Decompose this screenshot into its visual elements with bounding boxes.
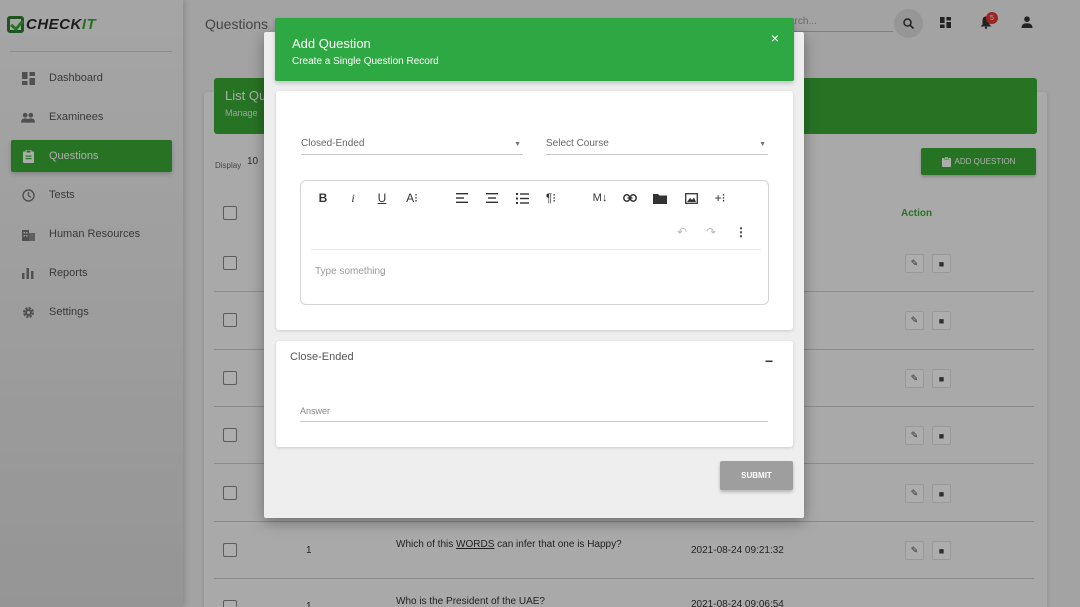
underline-icon[interactable]: U	[372, 188, 392, 208]
editor-toolbar-divider	[311, 249, 761, 250]
modal-subtitle: Create a Single Question Record	[292, 56, 439, 67]
more-options-icon[interactable]: ⋮	[731, 222, 751, 242]
collapse-icon[interactable]: −	[765, 353, 773, 369]
editor-content-area[interactable]: Type something	[315, 266, 386, 277]
folder-icon[interactable]	[650, 188, 670, 208]
italic-icon[interactable]: i	[343, 188, 363, 208]
caret-down-icon: ▼	[514, 141, 521, 148]
align-left-icon[interactable]	[452, 188, 472, 208]
markdown-icon[interactable]: M↓	[590, 188, 610, 208]
close-ended-title: Close-Ended	[290, 351, 354, 363]
paragraph-icon[interactable]: ¶⁝	[541, 188, 561, 208]
modal-title: Add Question	[292, 36, 371, 51]
font-size-icon[interactable]: A⁝	[402, 188, 422, 208]
ordered-list-icon[interactable]	[512, 188, 532, 208]
bold-icon[interactable]: B	[313, 188, 333, 208]
answer-input[interactable]: Answer	[300, 404, 768, 422]
course-select-value: Select Course	[546, 138, 609, 149]
course-select[interactable]: Select Course ▼	[546, 137, 768, 155]
link-icon[interactable]	[620, 188, 640, 208]
insert-more-icon[interactable]: +⁝	[710, 188, 730, 208]
modal-header: Add Question Create a Single Question Re…	[275, 18, 794, 81]
undo-icon[interactable]: ↶	[672, 222, 692, 242]
image-icon[interactable]	[681, 188, 701, 208]
question-type-value: Closed-Ended	[301, 138, 365, 149]
question-type-select[interactable]: Closed-Ended ▼	[301, 137, 523, 155]
close-icon[interactable]: ×	[771, 30, 779, 46]
align-center-icon[interactable]	[482, 188, 502, 208]
caret-down-icon: ▼	[759, 141, 766, 148]
submit-button[interactable]: SUBMIT	[720, 461, 793, 490]
redo-icon[interactable]: ↷	[701, 222, 721, 242]
